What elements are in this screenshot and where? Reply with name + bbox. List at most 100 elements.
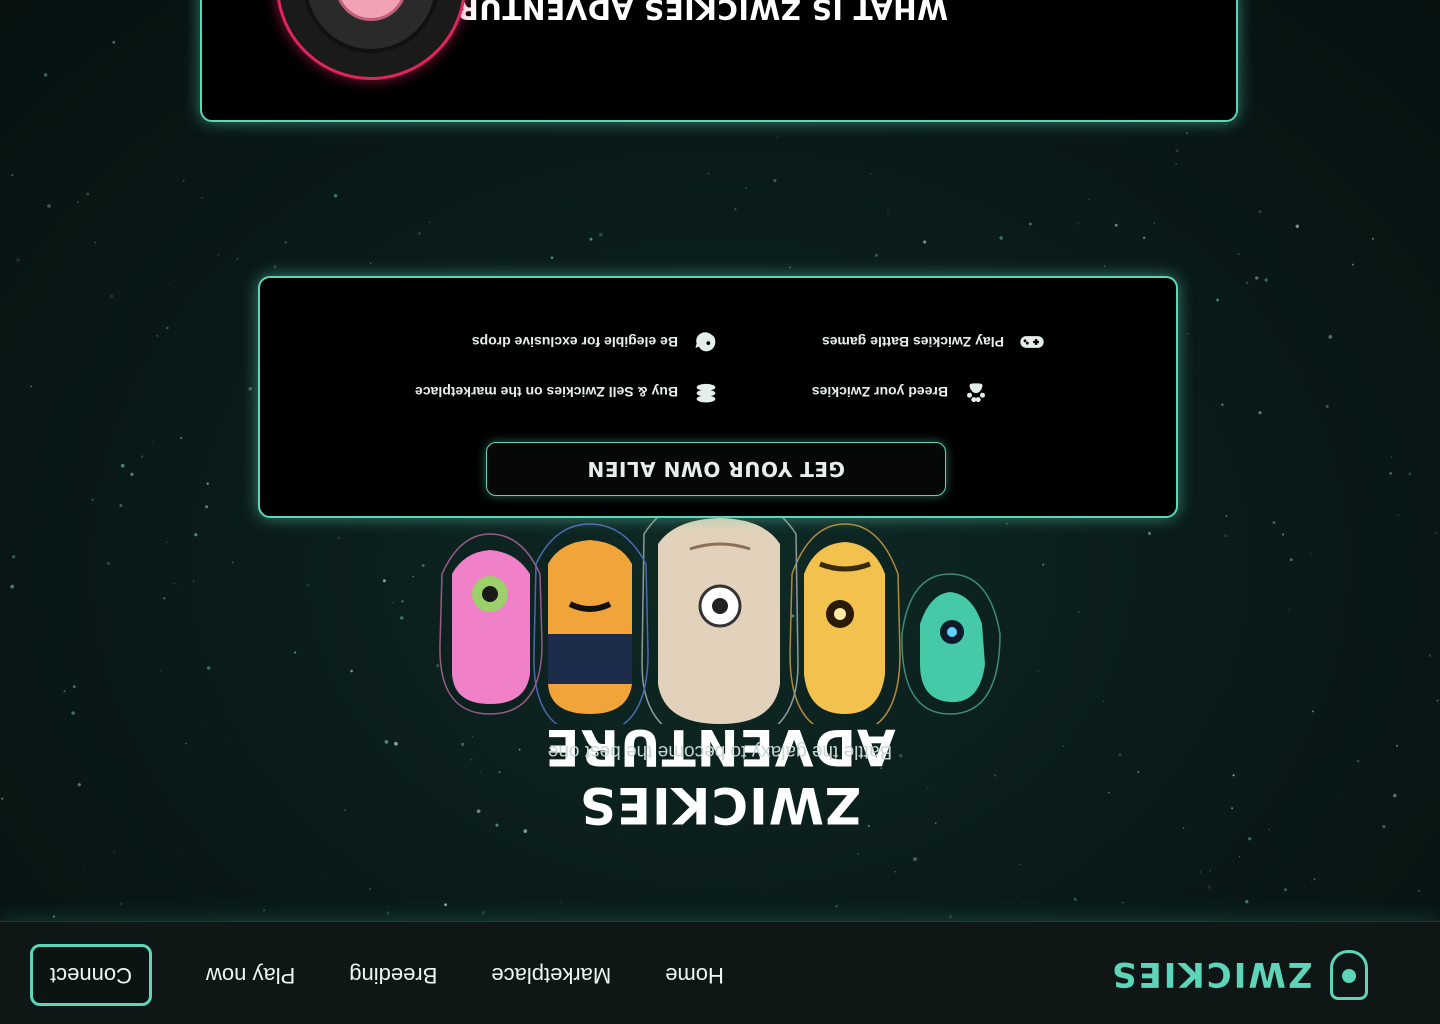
- star: [1428, 654, 1432, 657]
- star: [887, 213, 889, 215]
- star: [294, 651, 297, 654]
- star: [119, 902, 123, 906]
- star: [322, 871, 324, 874]
- star: [86, 192, 90, 196]
- star: [857, 852, 859, 855]
- star: [578, 915, 579, 917]
- star: [1284, 888, 1287, 892]
- feature-battle-games: Play Zwickies Battle games: [822, 328, 1046, 356]
- nav-link-home[interactable]: Home: [665, 962, 724, 988]
- star: [1288, 608, 1290, 611]
- star: [1186, 132, 1189, 134]
- star: [112, 40, 116, 44]
- star: [174, 583, 175, 585]
- connect-button[interactable]: Connect: [30, 944, 152, 1006]
- logo[interactable]: ZWICKIES: [1110, 944, 1370, 1000]
- star: [337, 536, 340, 539]
- star: [1118, 753, 1122, 757]
- star: [182, 179, 185, 182]
- star: [999, 236, 1003, 240]
- star: [1255, 276, 1259, 280]
- star: [1107, 791, 1110, 794]
- star: [306, 583, 310, 587]
- star: [183, 588, 185, 590]
- star: [206, 666, 211, 670]
- star: [589, 237, 593, 241]
- star: [160, 670, 162, 672]
- feature-label: Breed your Zwickies: [811, 384, 948, 400]
- star: [760, 893, 762, 895]
- star: [392, 602, 394, 604]
- star: [1082, 529, 1084, 530]
- star: [1175, 163, 1177, 165]
- star: [151, 441, 153, 443]
- star: [1103, 700, 1105, 702]
- star: [386, 911, 390, 915]
- page-stage: ZWICKIES Home Marketplace Breeding Play …: [0, 0, 1440, 1024]
- star: [43, 73, 48, 77]
- star: [1114, 223, 1118, 227]
- star: [1147, 531, 1152, 535]
- star: [120, 463, 125, 468]
- feature-label: Be elegible for exclusive drops: [471, 334, 678, 350]
- star: [913, 857, 917, 861]
- star: [773, 179, 777, 183]
- star: [141, 455, 144, 458]
- star: [418, 232, 422, 235]
- star: [399, 616, 404, 620]
- star: [1371, 237, 1375, 240]
- star: [550, 256, 554, 260]
- star: [1389, 472, 1392, 475]
- star: [1103, 265, 1106, 268]
- star: [163, 597, 166, 600]
- nav-link-marketplace[interactable]: Marketplace: [491, 962, 611, 988]
- star: [1224, 534, 1228, 538]
- star: [1248, 837, 1252, 841]
- star: [350, 669, 353, 673]
- star: [1137, 771, 1140, 773]
- star: [30, 385, 32, 388]
- star: [205, 727, 207, 728]
- star: [874, 253, 878, 257]
- star: [180, 852, 182, 854]
- star: [1245, 900, 1249, 904]
- star: [1182, 827, 1185, 829]
- star: [1238, 856, 1240, 858]
- top-navbar: ZWICKIES Home Marketplace Breeding Play …: [0, 921, 1440, 1024]
- feature-exclusive-drops: Be elegible for exclusive drops: [472, 328, 720, 356]
- star: [1289, 558, 1293, 562]
- star: [369, 262, 372, 264]
- alien-avatar-icon: [276, 0, 466, 80]
- star: [1304, 886, 1306, 888]
- get-your-own-alien-button[interactable]: GET YOUR OWN ALIEN: [486, 442, 946, 496]
- logo-text: ZWICKIES: [1110, 954, 1313, 994]
- star: [1232, 774, 1235, 777]
- star: [1077, 223, 1079, 225]
- star: [444, 903, 448, 907]
- star: [1313, 878, 1316, 880]
- star: [94, 241, 96, 244]
- nav-link-play-now[interactable]: Play now: [206, 962, 295, 988]
- star: [185, 742, 187, 745]
- star: [333, 194, 338, 198]
- star: [1231, 807, 1234, 810]
- alien-orange-icon: [533, 523, 649, 724]
- gamepad-icon: [1018, 328, 1046, 356]
- star: [1391, 456, 1392, 458]
- star: [1272, 521, 1276, 524]
- star: [1351, 263, 1354, 266]
- star: [1317, 595, 1319, 596]
- star: [134, 203, 136, 205]
- star: [344, 809, 346, 812]
- star: [429, 221, 431, 223]
- star: [789, 266, 791, 269]
- star: [52, 915, 56, 918]
- star: [293, 270, 295, 272]
- star: [11, 174, 14, 176]
- star: [1209, 869, 1211, 872]
- nav-link-breeding[interactable]: Breeding: [349, 962, 437, 988]
- star: [1019, 863, 1021, 865]
- feature-label: Play Zwickies Battle games: [821, 334, 1004, 350]
- star: [1325, 404, 1329, 409]
- star: [1088, 198, 1090, 200]
